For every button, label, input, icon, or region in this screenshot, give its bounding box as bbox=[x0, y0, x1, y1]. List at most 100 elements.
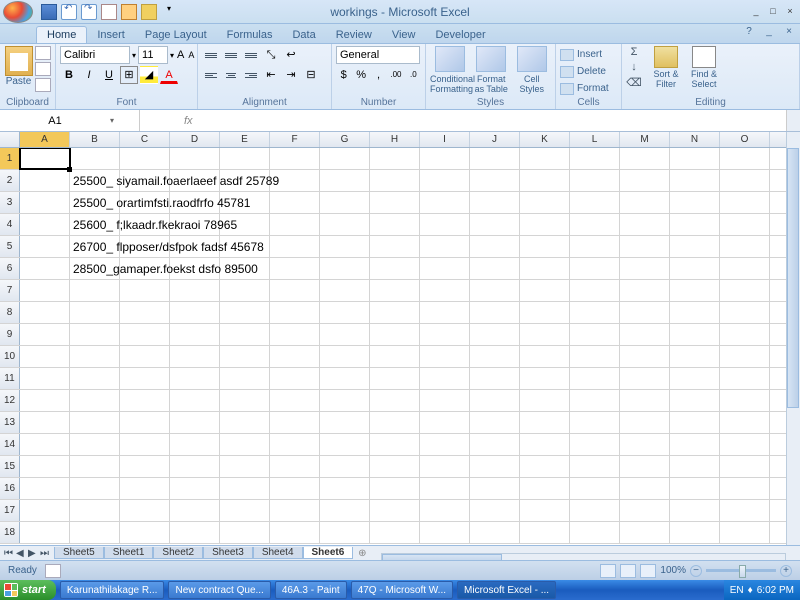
cell-I9[interactable] bbox=[420, 324, 470, 345]
cell-O13[interactable] bbox=[720, 412, 770, 433]
cell-I18[interactable] bbox=[420, 522, 470, 543]
cell-L14[interactable] bbox=[570, 434, 620, 455]
cell-J8[interactable] bbox=[470, 302, 520, 323]
cell-H4[interactable] bbox=[370, 214, 420, 235]
taskbar-item-1[interactable]: New contract Que... bbox=[168, 581, 270, 599]
col-header-O[interactable]: O bbox=[720, 132, 770, 147]
cell-L2[interactable] bbox=[570, 170, 620, 191]
cell-E17[interactable] bbox=[220, 500, 270, 521]
cell-O10[interactable] bbox=[720, 346, 770, 367]
cell-M3[interactable] bbox=[620, 192, 670, 213]
copy-icon[interactable] bbox=[35, 62, 51, 76]
sheet-tab-sheet5[interactable]: Sheet5 bbox=[54, 547, 104, 559]
cell-A9[interactable] bbox=[20, 324, 70, 345]
cell-M10[interactable] bbox=[620, 346, 670, 367]
cell-B10[interactable] bbox=[70, 346, 120, 367]
col-header-M[interactable]: M bbox=[620, 132, 670, 147]
cell-K13[interactable] bbox=[520, 412, 570, 433]
cell-N14[interactable] bbox=[670, 434, 720, 455]
cell-H5[interactable] bbox=[370, 236, 420, 257]
zoom-in-button[interactable]: + bbox=[780, 565, 792, 577]
cell-E10[interactable] bbox=[220, 346, 270, 367]
cell-N12[interactable] bbox=[670, 390, 720, 411]
macro-record-icon[interactable] bbox=[45, 564, 61, 578]
cell-L8[interactable] bbox=[570, 302, 620, 323]
cell-L16[interactable] bbox=[570, 478, 620, 499]
cell-I14[interactable] bbox=[420, 434, 470, 455]
cell-F5[interactable] bbox=[270, 236, 320, 257]
cell-A2[interactable] bbox=[20, 170, 70, 191]
zoom-level[interactable]: 100% bbox=[660, 565, 686, 576]
qat-icon-2[interactable] bbox=[121, 4, 137, 20]
cell-M2[interactable] bbox=[620, 170, 670, 191]
sort-filter-button[interactable]: Sort & Filter bbox=[648, 46, 684, 89]
cell-O12[interactable] bbox=[720, 390, 770, 411]
col-header-E[interactable]: E bbox=[220, 132, 270, 147]
cell-G14[interactable] bbox=[320, 434, 370, 455]
cell-F10[interactable] bbox=[270, 346, 320, 367]
align-left-icon[interactable] bbox=[202, 66, 220, 84]
cell-H6[interactable] bbox=[370, 258, 420, 279]
cell-A15[interactable] bbox=[20, 456, 70, 477]
cell-M12[interactable] bbox=[620, 390, 670, 411]
sheet-first-icon[interactable]: ⏮ bbox=[4, 548, 14, 559]
taskbar-item-3[interactable]: 47Q - Microsoft W... bbox=[351, 581, 453, 599]
cell-G10[interactable] bbox=[320, 346, 370, 367]
cell-K1[interactable] bbox=[520, 148, 570, 169]
cell-N17[interactable] bbox=[670, 500, 720, 521]
cell-H8[interactable] bbox=[370, 302, 420, 323]
cell-A8[interactable] bbox=[20, 302, 70, 323]
cell-A17[interactable] bbox=[20, 500, 70, 521]
taskbar-item-0[interactable]: Karunathilakage R... bbox=[60, 581, 165, 599]
cell-K16[interactable] bbox=[520, 478, 570, 499]
cell-I15[interactable] bbox=[420, 456, 470, 477]
paste-button[interactable]: Paste bbox=[4, 46, 33, 87]
col-header-I[interactable]: I bbox=[420, 132, 470, 147]
cell-A10[interactable] bbox=[20, 346, 70, 367]
cell-G8[interactable] bbox=[320, 302, 370, 323]
cell-J2[interactable] bbox=[470, 170, 520, 191]
close-button[interactable]: × bbox=[783, 6, 797, 18]
col-header-H[interactable]: H bbox=[370, 132, 420, 147]
row-header-5[interactable]: 5 bbox=[0, 236, 20, 257]
cell-K8[interactable] bbox=[520, 302, 570, 323]
cell-A3[interactable] bbox=[20, 192, 70, 213]
col-header-K[interactable]: K bbox=[520, 132, 570, 147]
cell-I6[interactable] bbox=[420, 258, 470, 279]
doc-close-icon[interactable]: × bbox=[782, 26, 796, 40]
cell-C16[interactable] bbox=[120, 478, 170, 499]
cell-J9[interactable] bbox=[470, 324, 520, 345]
cell-B9[interactable] bbox=[70, 324, 120, 345]
col-header-D[interactable]: D bbox=[170, 132, 220, 147]
taskbar-item-2[interactable]: 46A.3 - Paint bbox=[275, 581, 347, 599]
cell-D17[interactable] bbox=[170, 500, 220, 521]
row-header-13[interactable]: 13 bbox=[0, 412, 20, 433]
align-bottom-icon[interactable] bbox=[242, 46, 260, 64]
cell-F11[interactable] bbox=[270, 368, 320, 389]
sheet-prev-icon[interactable]: ◀ bbox=[16, 548, 26, 559]
cell-E7[interactable] bbox=[220, 280, 270, 301]
row-header-7[interactable]: 7 bbox=[0, 280, 20, 301]
cell-K4[interactable] bbox=[520, 214, 570, 235]
cell-E18[interactable] bbox=[220, 522, 270, 543]
cell-N1[interactable] bbox=[670, 148, 720, 169]
font-size-select[interactable] bbox=[138, 46, 168, 64]
cell-B17[interactable] bbox=[70, 500, 120, 521]
cell-K7[interactable] bbox=[520, 280, 570, 301]
percent-icon[interactable]: % bbox=[353, 66, 368, 84]
cell-J17[interactable] bbox=[470, 500, 520, 521]
row-header-10[interactable]: 10 bbox=[0, 346, 20, 367]
cell-A18[interactable] bbox=[20, 522, 70, 543]
row-header-1[interactable]: 1 bbox=[0, 148, 20, 169]
decrease-decimal-icon[interactable]: .0 bbox=[406, 66, 421, 84]
cell-G17[interactable] bbox=[320, 500, 370, 521]
cell-G9[interactable] bbox=[320, 324, 370, 345]
cell-G5[interactable] bbox=[320, 236, 370, 257]
cell-J15[interactable] bbox=[470, 456, 520, 477]
cell-B18[interactable] bbox=[70, 522, 120, 543]
cell-A6[interactable] bbox=[20, 258, 70, 279]
clear-icon[interactable]: ⌫ bbox=[626, 76, 642, 90]
cell-F3[interactable] bbox=[270, 192, 320, 213]
format-as-table-button[interactable]: Format as Table bbox=[472, 46, 511, 94]
cell-N15[interactable] bbox=[670, 456, 720, 477]
